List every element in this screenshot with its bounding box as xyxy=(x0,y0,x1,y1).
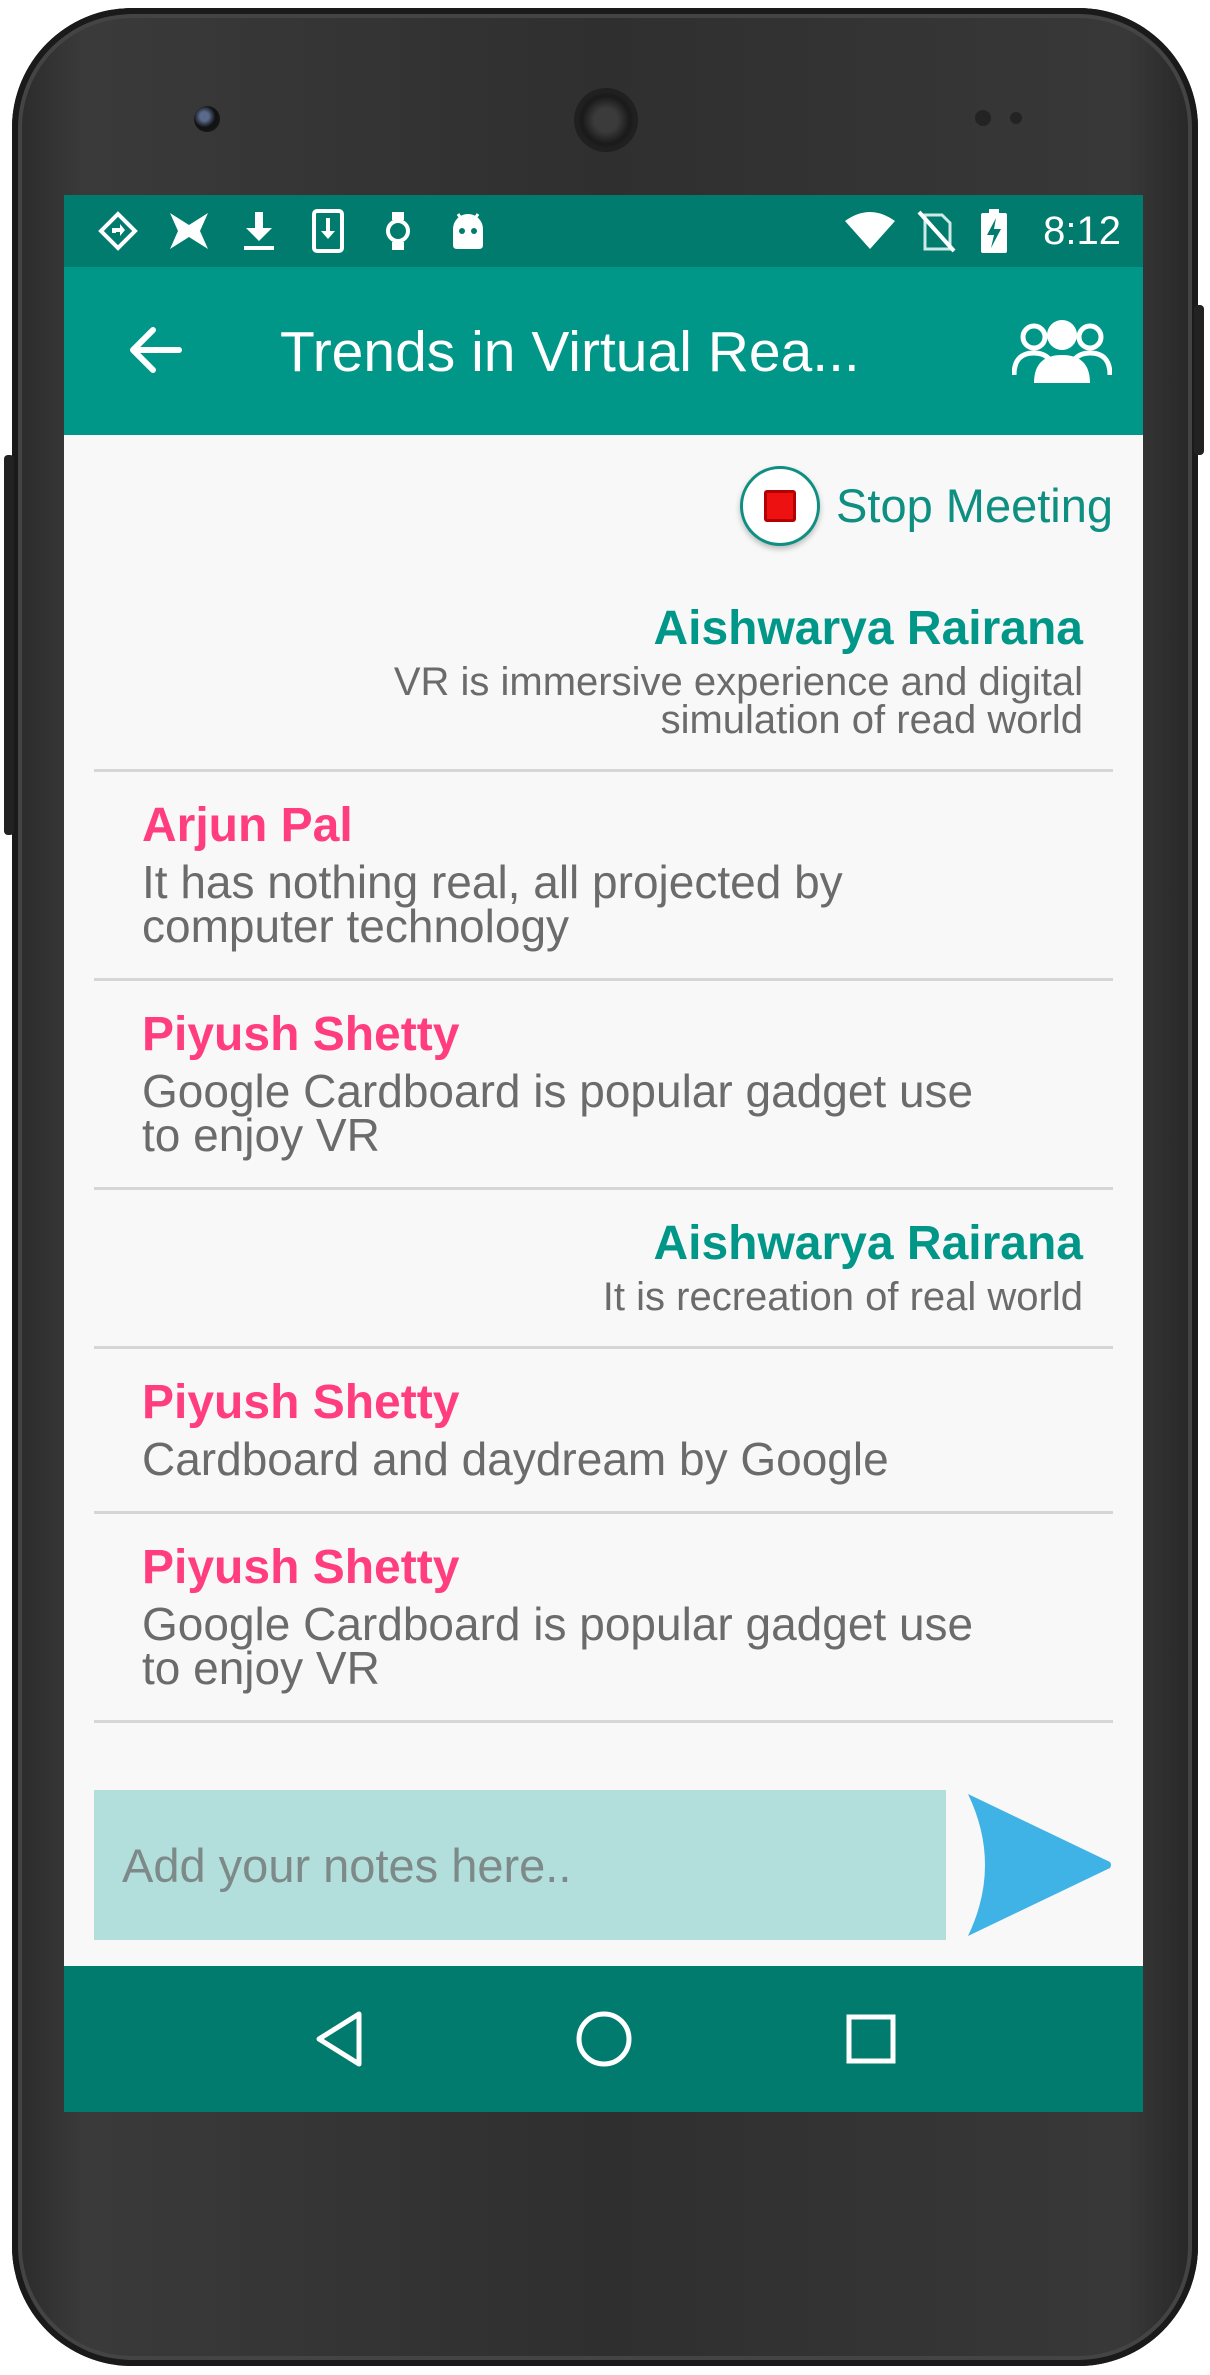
notes-composer xyxy=(94,1790,1113,1940)
message-item: Piyush Shetty Google Cardboard is popula… xyxy=(94,981,1113,1190)
arrow-left-icon xyxy=(130,327,182,373)
message-text: Google Cardboard is popular gadget use t… xyxy=(142,1598,974,1694)
download-icon xyxy=(235,207,283,255)
triangle-back-icon xyxy=(316,2011,362,2067)
power-button xyxy=(1194,305,1204,455)
message-item: Aishwarya Rairana It is recreation of re… xyxy=(94,1190,1113,1349)
message-item: Aishwarya Rairana VR is immersive experi… xyxy=(94,575,1113,772)
nav-home-button[interactable] xyxy=(564,1999,644,2079)
navigation-bar xyxy=(64,1966,1143,2112)
message-author: Piyush Shetty xyxy=(142,1541,460,1594)
message-author: Aishwarya Rairana xyxy=(653,602,1083,655)
message-author: Aishwarya Rairana xyxy=(653,1217,1083,1270)
stop-record-icon xyxy=(740,466,821,546)
sd-download-icon xyxy=(304,207,352,255)
circle-home-icon xyxy=(576,2011,632,2067)
message-text: Google Cardboard is popular gadget use t… xyxy=(142,1065,974,1161)
nav-recents-button[interactable] xyxy=(831,1999,911,2079)
stop-meeting-button[interactable]: Stop Meeting xyxy=(740,463,1113,549)
notes-input[interactable] xyxy=(94,1790,946,1940)
proximity-sensor xyxy=(975,110,991,126)
wifi-icon xyxy=(842,207,898,255)
no-sim-icon xyxy=(912,207,960,255)
back-button[interactable] xyxy=(112,307,198,393)
participants-button[interactable] xyxy=(1007,305,1117,395)
message-author: Arjun Pal xyxy=(142,799,353,852)
group-icon xyxy=(1012,320,1112,383)
bowtie-icon xyxy=(165,207,213,255)
watch-icon xyxy=(374,207,422,255)
earpiece-speaker xyxy=(578,92,634,148)
app-bar: Trends in Virtual Rea... xyxy=(64,267,1143,435)
message-item: Arjun Pal It has nothing real, all proje… xyxy=(94,772,1113,981)
front-camera xyxy=(194,106,220,132)
meeting-title: Trends in Virtual Rea... xyxy=(280,320,860,384)
send-button[interactable] xyxy=(960,1790,1113,1940)
message-text: It is recreation of real world xyxy=(602,1275,1083,1319)
message-text: Cardboard and daydream by Google xyxy=(142,1433,889,1485)
message-author: Piyush Shetty xyxy=(142,1008,460,1061)
android-icon xyxy=(444,207,492,255)
send-arrow-icon xyxy=(967,1794,1111,1936)
stop-meeting-label: Stop Meeting xyxy=(836,479,1113,532)
status-time: 8:12 xyxy=(1043,209,1121,253)
status-bar: 8:12 xyxy=(64,195,1143,267)
message-item: Piyush Shetty Cardboard and daydream by … xyxy=(94,1349,1113,1514)
message-item: Piyush Shetty Google Cardboard is popula… xyxy=(94,1514,1113,1723)
light-sensor xyxy=(1010,112,1022,124)
message-text: It has nothing real, all projected by co… xyxy=(142,856,843,952)
nav-back-button[interactable] xyxy=(299,1999,379,2079)
volume-button xyxy=(4,455,14,835)
message-author: Piyush Shetty xyxy=(142,1376,460,1429)
message-list[interactable]: Aishwarya Rairana VR is immersive experi… xyxy=(94,575,1113,1755)
battery-charging-icon xyxy=(976,207,1012,255)
navigation-diamond-icon xyxy=(94,207,142,255)
square-recents-icon xyxy=(846,2014,896,2064)
message-text: VR is immersive experience and digital s… xyxy=(393,660,1083,742)
screen: 8:12 Trends in Virtual Rea... Stop Meeti… xyxy=(64,195,1143,2112)
